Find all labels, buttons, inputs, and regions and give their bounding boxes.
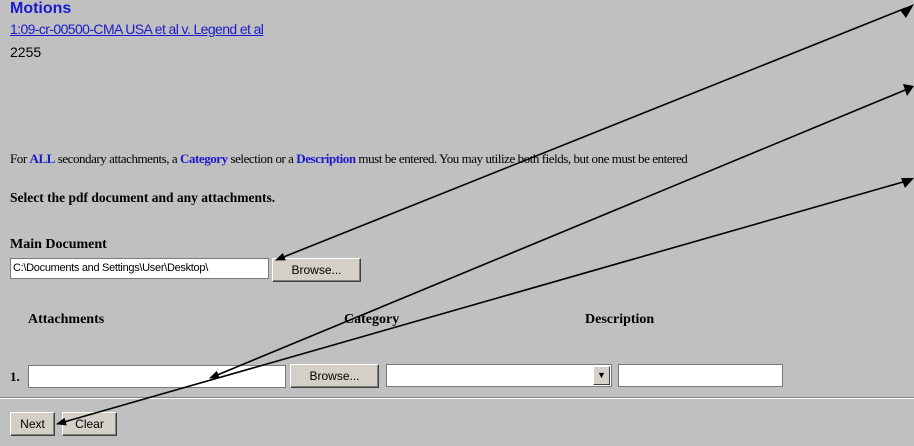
- notice-part2: selection or a: [227, 151, 297, 166]
- notice-category-word: Category: [180, 151, 228, 166]
- dropdown-arrow-icon[interactable]: ▼: [593, 366, 610, 385]
- arrowhead-icon: [900, 4, 914, 18]
- arrow-to-attachment-input: [209, 87, 911, 379]
- notice-part3: must be entered. You may utilize both fi…: [355, 151, 688, 166]
- select-pdf-heading: Select the pdf document and any attachme…: [10, 190, 276, 205]
- main-document-heading: Main Document: [10, 237, 107, 252]
- category-column-header: Category: [344, 312, 400, 327]
- description-column-header: Description: [585, 312, 655, 327]
- clear-button[interactable]: Clear: [62, 412, 117, 436]
- notice-part1: secondary attachments, a: [54, 151, 181, 166]
- notice-description-word: Description: [296, 151, 356, 166]
- arrowhead-icon: [901, 178, 914, 188]
- next-button[interactable]: Next: [10, 412, 55, 436]
- notice-prefix: For: [10, 151, 30, 166]
- divider: [0, 397, 914, 399]
- attachment-row-number: 1.: [10, 369, 20, 384]
- attachments-column-header: Attachments: [28, 312, 105, 327]
- page-title: Motions: [10, 0, 72, 17]
- arrow-to-main-document: [275, 7, 907, 261]
- attachment-browse-button[interactable]: Browse...: [290, 364, 379, 388]
- attachment-file-input[interactable]: [28, 365, 286, 388]
- attachment-notice: For ALL secondary attachments, a Categor…: [10, 151, 688, 167]
- description-input[interactable]: [618, 364, 783, 387]
- document-number: 2255: [10, 44, 42, 60]
- case-link[interactable]: 1:09-cr-00500-CMA USA et al v. Legend et…: [10, 21, 264, 37]
- notice-all-word: ALL: [29, 151, 56, 166]
- category-select[interactable]: ▼: [386, 364, 612, 387]
- main-document-file-input[interactable]: C:\Documents and Settings\User\Desktop\: [10, 258, 269, 279]
- arrowhead-icon: [903, 84, 914, 96]
- main-document-browse-button[interactable]: Browse...: [272, 258, 361, 282]
